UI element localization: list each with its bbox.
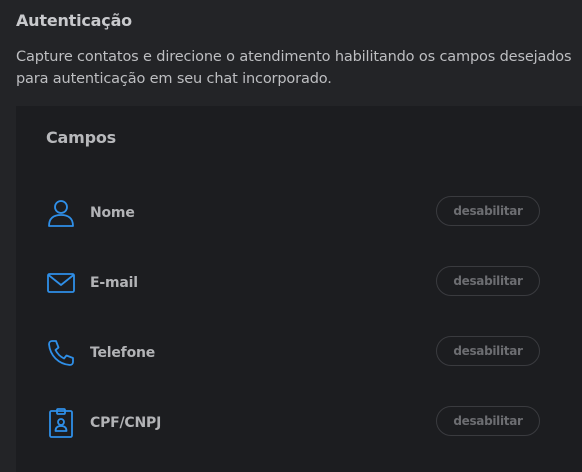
field-row-document: CPF/CNPJ desabilitar [16, 404, 582, 444]
field-label-name: Nome [90, 205, 135, 221]
authentication-settings: Autenticação Capture contatos e direcion… [0, 0, 582, 472]
field-row-email: E-mail desabilitar [16, 264, 582, 304]
disable-document-button[interactable]: desabilitar [436, 406, 540, 436]
user-icon [46, 198, 76, 228]
id-badge-icon [46, 408, 76, 438]
disable-name-button[interactable]: desabilitar [436, 196, 540, 226]
field-row-phone: Telefone desabilitar [16, 334, 582, 374]
fields-panel-title: Campos [46, 128, 116, 147]
page-description: Capture contatos e direcione o atendimen… [16, 49, 572, 87]
fields-panel: Campos Nome desabilitar E-mail desabilit… [16, 106, 582, 472]
disable-email-button[interactable]: desabilitar [436, 266, 540, 296]
field-label-phone: Telefone [90, 345, 156, 361]
page-title: Autenticação [16, 11, 132, 30]
phone-icon [46, 338, 76, 368]
disable-phone-button[interactable]: desabilitar [436, 336, 540, 366]
field-row-name: Nome desabilitar [16, 194, 582, 234]
field-label-email: E-mail [90, 275, 138, 291]
envelope-icon [46, 268, 76, 298]
field-label-document: CPF/CNPJ [90, 415, 162, 431]
